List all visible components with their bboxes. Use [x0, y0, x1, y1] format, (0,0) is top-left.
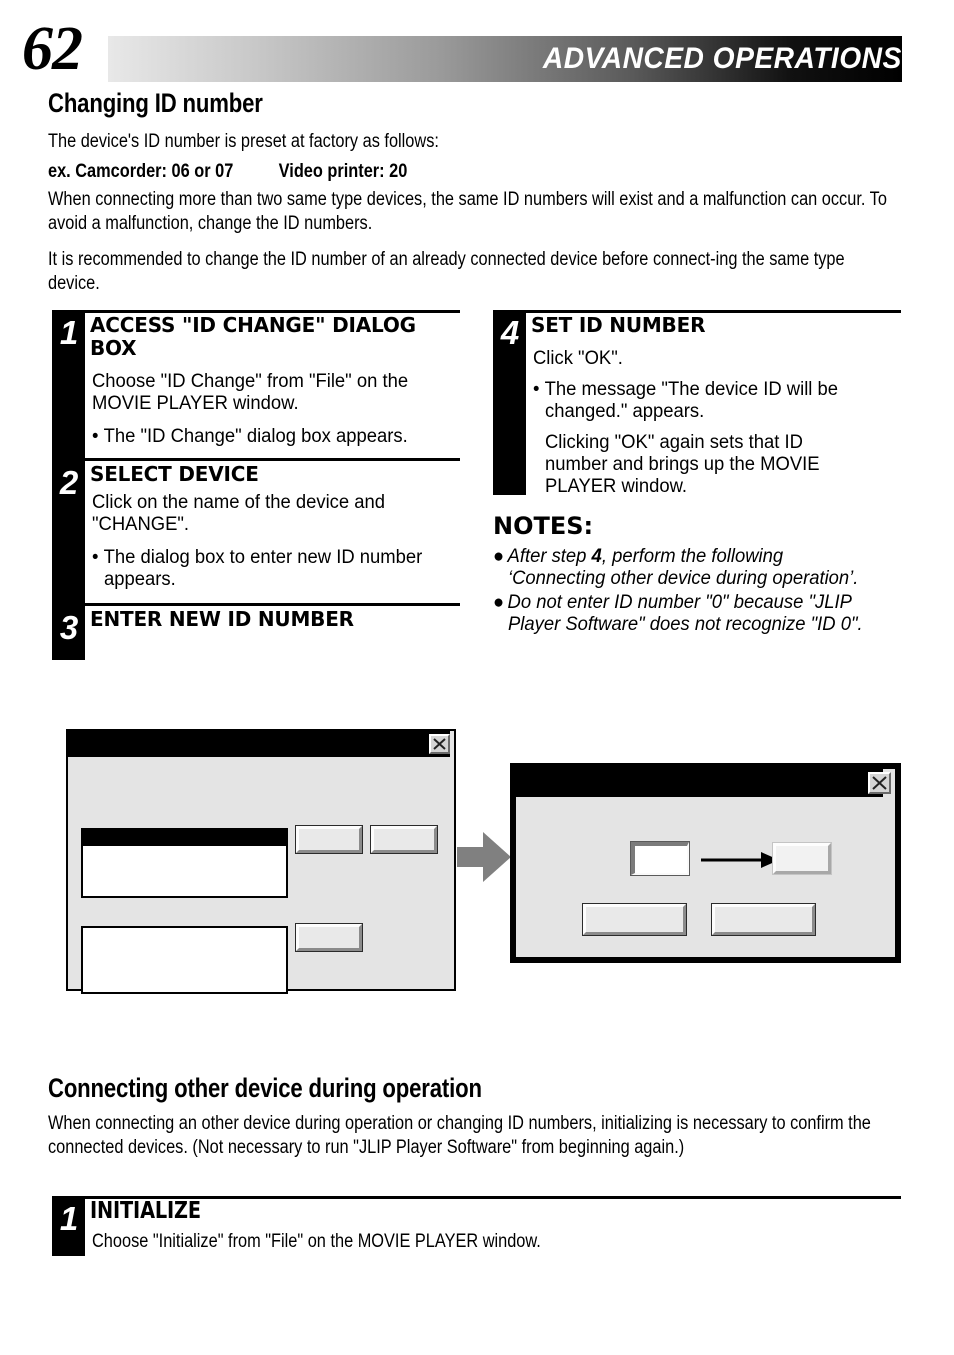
initialize-step-text: Choose "Initialize" from "File" on the M… [92, 1231, 541, 1252]
page-number: 62 [22, 15, 83, 83]
note-2-line1-text: Do not enter ID number "0" because "JLIP [507, 592, 852, 613]
step-3-rule [85, 603, 460, 606]
close-button[interactable] [295, 923, 363, 952]
page-header: 62 ADVANCED OPERATIONS [0, 0, 954, 90]
step-1-title-line2: BOX [90, 336, 137, 360]
device-list-selected-row[interactable] [83, 830, 286, 846]
arrow-right-icon [455, 828, 513, 886]
preset-example-text: ex. Camcorder: 06 or 07 Video printer: 2… [48, 161, 408, 182]
step-2-text-line2: "CHANGE". [92, 514, 190, 535]
step-4-text-line1: Click "OK". [533, 348, 623, 369]
note-item-2-line2: Player Software" does not recognize "ID … [508, 614, 863, 635]
paragraph-recommendation: It is recommended to change the ID numbe… [48, 249, 845, 294]
step-2-bullet-1: • The dialog box to enter new ID number [92, 547, 480, 569]
step-3-number: 3 [59, 609, 78, 646]
step-4-text2-line1: Clicking "OK" again sets that ID [545, 432, 803, 453]
enter-new-id-dialog[interactable] [510, 763, 901, 963]
initialize-step-title: INITIALIZE [90, 1198, 201, 1224]
step-4-text2-line2: number and brings up the MOVIE [545, 454, 820, 475]
note-1-pre: After step [507, 546, 592, 567]
step-4-text2-line3: PLAYER window. [545, 476, 688, 497]
initialize-step-number: 1 [59, 1200, 78, 1237]
step-2-text-line1: Click on the name of the device and [92, 492, 386, 513]
dialog-title-bar [516, 769, 883, 797]
secondary-button[interactable] [370, 825, 438, 854]
close-x-icon[interactable] [868, 772, 891, 794]
step-4-number: 4 [500, 314, 519, 351]
step-4-bullet-1: • The message "The device ID will be [533, 379, 911, 401]
cancel-button[interactable] [711, 903, 816, 936]
bullet-dot-icon: • [92, 426, 99, 447]
note-item-2-line1: ● Do not enter ID number "0" because "JLI… [493, 592, 939, 614]
step-4-bullet-1-line1: The message "The device ID will be [544, 379, 839, 400]
step-1-title-line1: ACCESS "ID CHANGE" DIALOG [90, 313, 416, 337]
bullet-dot-icon: • [533, 379, 540, 400]
header-title: ADVANCED OPERATIONS [543, 42, 902, 75]
step-1-bullet-1-text: The "ID Change" dialog box appears. [103, 426, 408, 447]
ok-button[interactable] [582, 903, 687, 936]
step-1-text-line1: Choose "ID Change" from "File" on the [92, 371, 409, 392]
step-1-bullet-1: • The "ID Change" dialog box appears. [92, 426, 480, 448]
note-bullet-dot-icon: ● [493, 592, 505, 613]
step-1-text-line2: MOVIE PLAYER window. [92, 393, 299, 414]
notes-heading: NOTES: [493, 512, 594, 540]
dialog-title-bar [68, 731, 450, 757]
bullet-dot-icon: • [92, 547, 99, 568]
step-4-title: SET ID NUMBER [531, 313, 706, 337]
step-4-bullet-1-line2: changed." appears. [545, 401, 705, 422]
step-2-number: 2 [59, 464, 78, 501]
step-2-rule [85, 458, 460, 461]
close-x-icon[interactable] [429, 734, 450, 754]
note-bullet-dot-icon: ● [493, 546, 505, 567]
initialize-step-rule [85, 1196, 901, 1199]
status-list-box[interactable] [81, 926, 288, 994]
step-4-bullet-1-cont: changed." appears. [545, 401, 923, 423]
note-1-step-ref: 4 [591, 546, 602, 567]
current-id-field[interactable] [630, 841, 690, 876]
note-1-post: , perform the following [601, 546, 784, 567]
paragraph-avoid-malfunction: When connecting more than two same type … [48, 189, 887, 234]
step-2-bullet-1-cont: appears. [104, 569, 492, 591]
new-id-field[interactable] [772, 842, 832, 875]
id-change-dialog[interactable] [66, 729, 456, 994]
note-item-1-line1: ● After step 4, perform the following [493, 546, 930, 568]
section-heading-connecting-device: Connecting other device during operation [48, 1073, 482, 1103]
step-2-bullet-1-line1: The dialog box to enter new ID number [103, 547, 423, 568]
intro-text: The device's ID number is preset at fact… [48, 131, 439, 152]
change-button[interactable] [295, 825, 363, 854]
section-heading-changing-id: Changing ID number [48, 88, 263, 118]
arrow-right-icon [701, 849, 781, 871]
step-3-title: ENTER NEW ID NUMBER [90, 607, 354, 631]
step-2-title: SELECT DEVICE [90, 462, 259, 486]
step-1-number: 1 [59, 314, 78, 351]
device-list-box[interactable] [81, 828, 288, 898]
section2-paragraph: When connecting an other device during o… [48, 1113, 871, 1158]
note-item-1-line2: ‘Connecting other device during operatio… [508, 568, 859, 589]
step-2-bullet-1-line2: appears. [104, 569, 176, 590]
